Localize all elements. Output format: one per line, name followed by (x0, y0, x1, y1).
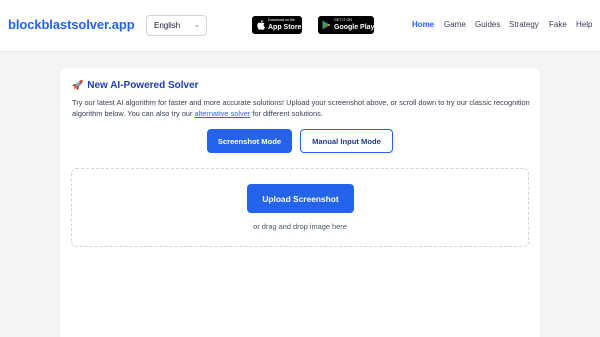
google-play-small-text: GET IT ON (334, 18, 352, 23)
app-store-badge[interactable]: Download on the App Store (252, 16, 302, 34)
nav-fake[interactable]: Fake (549, 20, 567, 29)
upload-screenshot-button[interactable]: Upload Screenshot (247, 184, 354, 213)
site-logo[interactable]: blockblastsolver.app (8, 17, 135, 32)
app-store-big-text: App Store (268, 23, 302, 31)
card-title: 🚀 New AI-Powered Solver (72, 80, 199, 91)
alternative-solver-link[interactable]: alternative solver (194, 109, 250, 118)
language-select[interactable]: English ⌄ (146, 15, 207, 36)
card-title-text: New AI-Powered Solver (87, 80, 199, 91)
solver-card: 🚀 New AI-Powered Solver Try our latest A… (60, 68, 540, 337)
nav-game[interactable]: Game (444, 20, 466, 29)
nav-help[interactable]: Help (576, 20, 592, 29)
apple-icon (256, 20, 265, 31)
app-store-small-text: Download on the (268, 18, 295, 23)
language-value: English (154, 21, 181, 30)
nav-guides[interactable]: Guides (475, 20, 500, 29)
nav-home[interactable]: Home (412, 20, 434, 29)
screenshot-mode-button[interactable]: Screenshot Mode (207, 129, 292, 153)
google-play-big-text: Google Play (334, 23, 375, 31)
top-header: blockblastsolver.app English ⌄ Download … (0, 0, 600, 52)
google-play-icon (322, 20, 331, 31)
manual-input-mode-button[interactable]: Manual Input Mode (300, 129, 393, 153)
chevron-down-icon: ⌄ (194, 22, 200, 29)
nav-strategy[interactable]: Strategy (509, 20, 539, 29)
card-description: Try our latest AI algorithm for faster a… (72, 97, 532, 119)
desc-text-2: for different solutions. (250, 109, 323, 118)
google-play-badge[interactable]: GET IT ON Google Play (318, 16, 374, 34)
upload-dropzone[interactable]: Upload Screenshot or drag and drop image… (71, 168, 529, 247)
drop-hint: or drag and drop image here (253, 222, 347, 231)
rocket-icon: 🚀 (72, 80, 84, 90)
